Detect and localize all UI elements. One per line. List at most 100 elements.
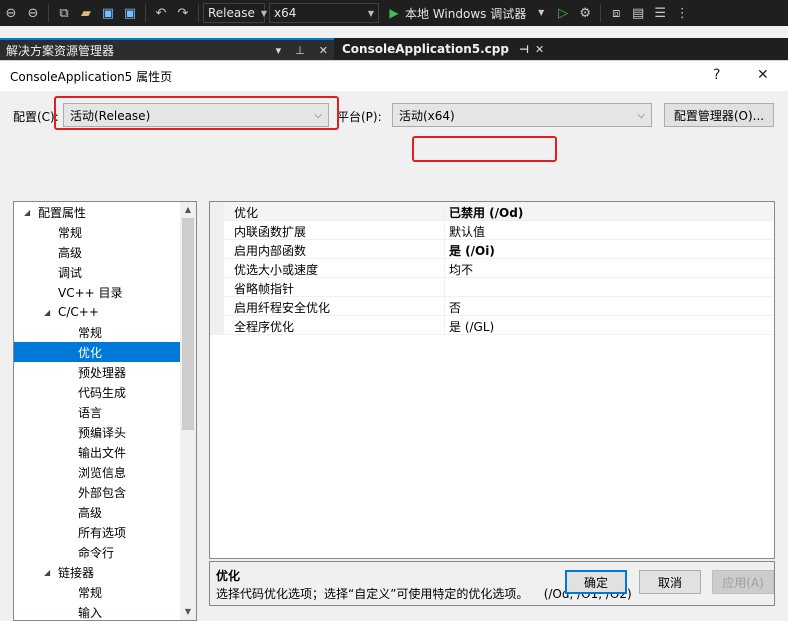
pin-icon[interactable]: ⊥ bbox=[295, 44, 305, 57]
tree-item[interactable]: 命令行 bbox=[14, 542, 180, 562]
property-tree[interactable]: ◢ 配置属性 常规 高级 调试 VC++ 目录 ◢ C/C++ 常规 优化 预处理器 代码生成 语言 预编… bbox=[13, 201, 197, 621]
tree-scrollbar[interactable]: ▲ ▼ bbox=[180, 202, 196, 620]
property-value[interactable]: 是 (/GL) bbox=[449, 318, 494, 335]
redo-icon[interactable]: ↷ bbox=[174, 4, 192, 22]
vs-toolbar: ⊖ ⊖ ⧉ ▰ ▣ ▣ ↶ ↷ Release ▼ x64 ▼ ▶ 本地 Win… bbox=[0, 0, 788, 26]
start-debug-icon[interactable]: ▶ bbox=[385, 4, 403, 22]
close-icon[interactable]: ✕ bbox=[535, 43, 544, 56]
property-row[interactable]: 优选大小或速度 均不 bbox=[210, 259, 774, 278]
property-row[interactable]: 优化 已禁用 (/Od) bbox=[210, 202, 774, 221]
dialog-titlebar: ConsoleApplication5 属性页 ? ✕ bbox=[0, 61, 788, 91]
tree-item[interactable]: 输出文件 bbox=[14, 442, 180, 462]
property-row[interactable]: 省略帧指针 bbox=[210, 278, 774, 297]
close-icon[interactable]: ✕ bbox=[319, 44, 328, 57]
comment-icon[interactable]: ☰ bbox=[651, 4, 669, 22]
ok-button[interactable]: 确定 bbox=[565, 570, 627, 594]
tree-item[interactable]: 预处理器 bbox=[14, 362, 180, 382]
tree-item[interactable]: 代码生成 bbox=[14, 382, 180, 402]
platform-label: 平台(P): bbox=[337, 110, 382, 124]
cancel-button[interactable]: 取消 bbox=[639, 570, 701, 594]
property-value[interactable]: 均不 bbox=[449, 261, 473, 278]
expand-triangle-icon[interactable]: ◢ bbox=[44, 308, 54, 317]
tree-item[interactable]: 优化 bbox=[14, 342, 180, 362]
property-row[interactable]: 全程序优化 是 (/GL) bbox=[210, 316, 774, 335]
expand-triangle-icon[interactable]: ◢ bbox=[44, 568, 54, 577]
dropdown-icon[interactable]: ▾ bbox=[276, 44, 282, 57]
solution-explorer-icon[interactable]: ⧈ bbox=[607, 4, 625, 22]
tab-label: 解决方案资源管理器 bbox=[6, 43, 115, 58]
solution-platform-dropdown[interactable]: x64 ▼ bbox=[269, 3, 379, 23]
tree-item-label: 所有选项 bbox=[78, 525, 127, 540]
tree-item-label: 常规 bbox=[78, 325, 103, 340]
tree-item[interactable]: 常规 bbox=[14, 582, 180, 602]
tree-item[interactable]: ◢ C/C++ bbox=[14, 302, 180, 322]
pin-icon[interactable]: ⊣ bbox=[519, 43, 529, 56]
row-gutter bbox=[210, 316, 224, 335]
dialog-title: ConsoleApplication5 属性页 bbox=[10, 69, 173, 84]
property-name: 优选大小或速度 bbox=[234, 263, 319, 277]
property-value[interactable]: 默认值 bbox=[449, 223, 485, 240]
tree-item-label: 预处理器 bbox=[78, 365, 127, 380]
tree-item[interactable]: 常规 bbox=[14, 322, 180, 342]
vs-tab-strip: 解决方案资源管理器 ▾ ⊥ ✕ ConsoleApplication5.cpp … bbox=[0, 38, 788, 60]
property-name: 全程序优化 bbox=[234, 320, 295, 334]
save-icon[interactable]: ▣ bbox=[99, 4, 117, 22]
forward-icon[interactable]: ⊖ bbox=[24, 4, 42, 22]
scroll-up-icon[interactable]: ▲ bbox=[180, 202, 196, 218]
save-all-icon[interactable]: ▣ bbox=[121, 4, 139, 22]
tree-item-label: 输出文件 bbox=[78, 445, 127, 460]
scroll-down-icon[interactable]: ▼ bbox=[180, 604, 196, 620]
tree-item[interactable]: 常规 bbox=[14, 222, 180, 242]
tree-item-label: C/C++ bbox=[58, 305, 99, 319]
tab-file[interactable]: ConsoleApplication5.cpp ⊣ ✕ bbox=[336, 38, 546, 60]
overflow-icon[interactable]: ⋮ bbox=[673, 4, 691, 22]
open-folder-icon[interactable]: ▰ bbox=[77, 4, 95, 22]
tree-item[interactable]: 高级 bbox=[14, 502, 180, 522]
tree-item-label: 优化 bbox=[78, 345, 103, 360]
tree-item[interactable]: 高级 bbox=[14, 242, 180, 262]
property-row[interactable]: 内联函数扩展 默认值 bbox=[210, 221, 774, 240]
tree-item[interactable]: 浏览信息 bbox=[14, 462, 180, 482]
property-value[interactable]: 已禁用 (/Od) bbox=[449, 204, 523, 221]
tab-controls: ▾ ⊥ ✕ bbox=[270, 44, 328, 57]
tree-item[interactable]: 所有选项 bbox=[14, 522, 180, 542]
apply-button[interactable]: 应用(A) bbox=[712, 570, 774, 594]
chevron-down-icon[interactable]: ▼ bbox=[532, 4, 550, 22]
expand-triangle-icon[interactable]: ◢ bbox=[24, 208, 34, 217]
property-value[interactable]: 否 bbox=[449, 299, 461, 316]
help-button[interactable]: ? bbox=[713, 67, 720, 83]
run-debugger-button[interactable]: 本地 Windows 调试器 bbox=[405, 5, 526, 22]
scroll-thumb[interactable] bbox=[182, 218, 194, 430]
tab-solution-explorer[interactable]: 解决方案资源管理器 ▾ ⊥ ✕ bbox=[0, 38, 334, 60]
tree-item[interactable]: 调试 bbox=[14, 262, 180, 282]
chevron-down-icon: ▼ bbox=[367, 8, 374, 18]
row-gutter bbox=[210, 278, 224, 297]
row-gutter bbox=[210, 240, 224, 259]
property-row[interactable]: 启用纤程安全优化 否 bbox=[210, 297, 774, 316]
tree-item[interactable]: ◢ 配置属性 bbox=[14, 202, 180, 222]
solution-config-dropdown[interactable]: Release ▼ bbox=[203, 3, 267, 23]
new-project-icon[interactable]: ⧉ bbox=[55, 4, 73, 22]
tree-item[interactable]: 外部包含 bbox=[14, 482, 180, 502]
property-row[interactable]: 启用内部函数 是 (/Oi) bbox=[210, 240, 774, 259]
tree-item[interactable]: VC++ 目录 bbox=[14, 282, 180, 302]
hot-reload-icon[interactable]: ⚙ bbox=[576, 4, 594, 22]
platform-dropdown[interactable]: 活动(x64) ⌵ bbox=[392, 103, 652, 127]
tree-item[interactable]: 预编译头 bbox=[14, 422, 180, 442]
tree-item-label: 高级 bbox=[58, 245, 83, 260]
config-manager-button[interactable]: 配置管理器(O)... bbox=[664, 103, 774, 127]
property-name: 启用内部函数 bbox=[234, 244, 307, 258]
undo-icon[interactable]: ↶ bbox=[152, 4, 170, 22]
tree-item[interactable]: 语言 bbox=[14, 402, 180, 422]
column-divider bbox=[444, 202, 445, 221]
back-icon[interactable]: ⊖ bbox=[2, 4, 20, 22]
tab-label: ConsoleApplication5.cpp bbox=[342, 42, 509, 56]
layout-icon[interactable]: ▤ bbox=[629, 4, 647, 22]
property-grid: 优化 已禁用 (/Od) 内联函数扩展 默认值 启用内部函数是 (/Oi) 优选大小或速度… bbox=[209, 201, 775, 559]
tree-item[interactable]: ◢ 链接器 bbox=[14, 562, 180, 582]
row-gutter bbox=[210, 202, 224, 221]
property-value[interactable]: 是 (/Oi) bbox=[449, 242, 495, 259]
tree-item[interactable]: 输入 bbox=[14, 602, 180, 620]
start-without-debug-icon[interactable]: ▷ bbox=[554, 4, 572, 22]
close-button[interactable]: ✕ bbox=[757, 67, 769, 83]
